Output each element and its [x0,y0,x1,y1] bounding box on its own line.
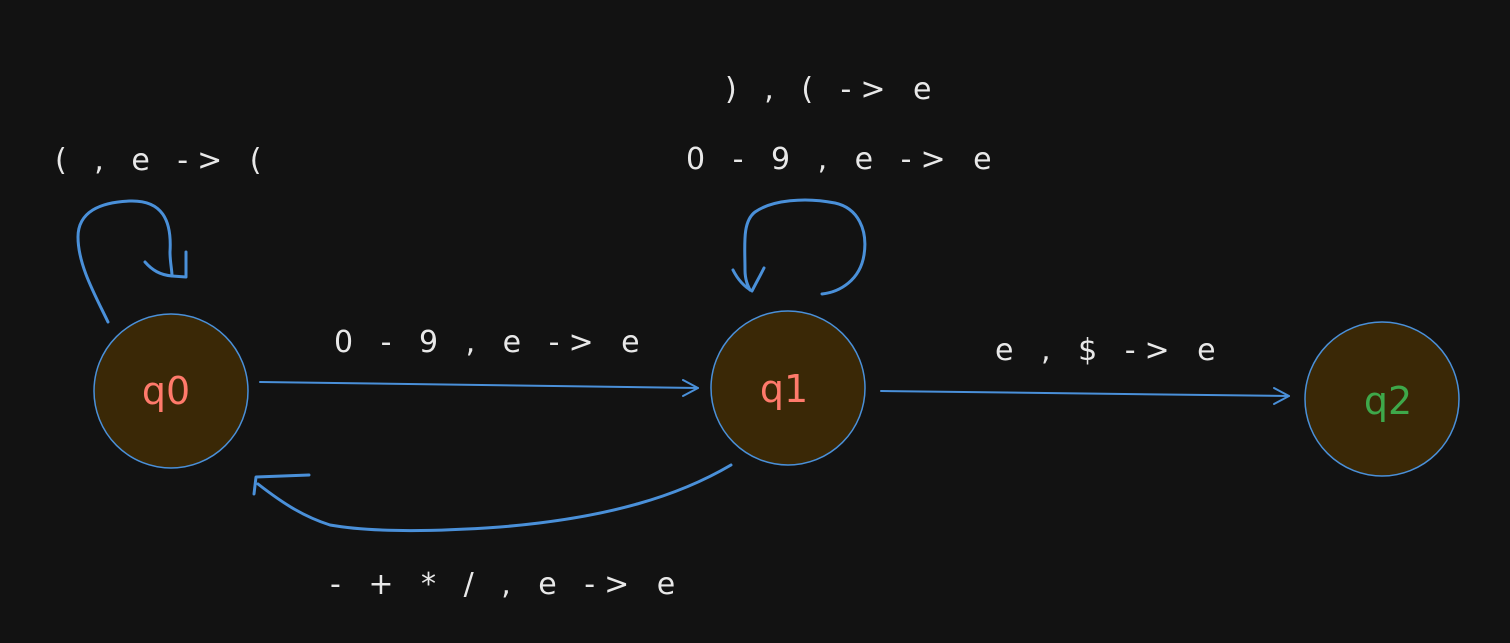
diagram-svg: q0 q1 q2 ( , e -> ( ) , ( -> e 0 - 9 , e… [55,72,1460,602]
state-q1-label: q1 [760,367,808,411]
q1-loop-label-bottom: 0 - 9 , e -> e [686,142,1001,177]
state-q0-label: q0 [142,369,190,413]
q1-to-q2-arrow [880,390,1290,397]
q0-to-q1-arrow [259,381,699,389]
automaton-diagram: q0 q1 q2 ( , e -> ( ) , ( -> e 0 - 9 , e… [0,0,1510,643]
q1-self-loop-arrow [743,198,867,296]
q1-to-q0-arrowhead [252,473,311,496]
q0-to-q1-label: 0 - 9 , e -> e [334,325,649,360]
state-q0: q0 [93,313,249,469]
q1-to-q0-arrow [256,463,733,533]
state-q1: q1 [710,310,866,466]
q1-to-q0-label: - + * / , e -> e [330,567,684,602]
q1-loop-label-top: ) , ( -> e [725,72,941,107]
q0-loop-label: ( , e -> ( [55,143,271,178]
q0-self-loop-arrow [76,199,174,324]
state-q2: q2 [1304,321,1460,477]
q1-to-q2-label: e , $ -> e [995,333,1225,368]
q0-self-loop-arrowhead [143,250,188,279]
state-q2-label: q2 [1364,379,1412,423]
q1-self-loop-arrowhead [731,266,766,293]
